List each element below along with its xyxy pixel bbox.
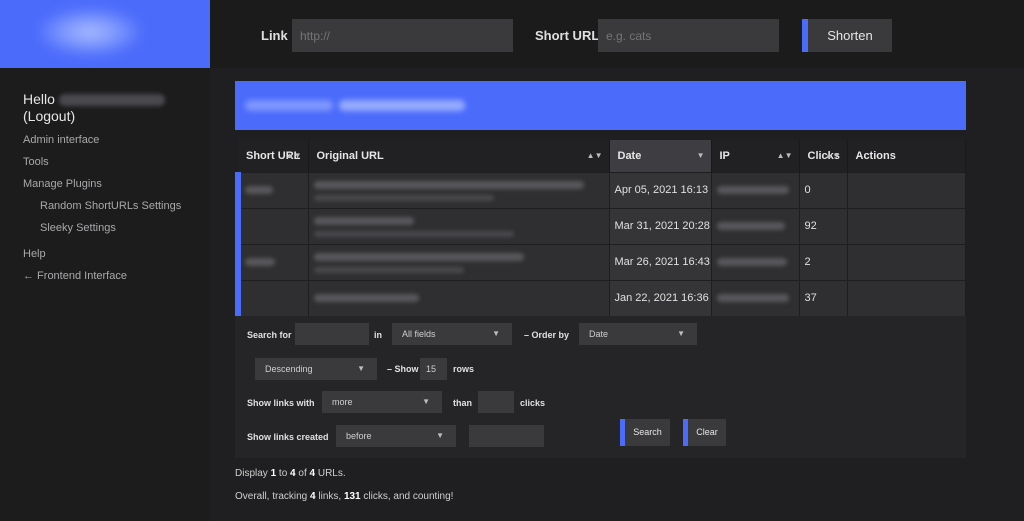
sort-icon: ▲▼	[285, 151, 302, 160]
sidebar-item-admin-interface[interactable]: Admin interface	[23, 132, 181, 154]
search-field-select[interactable]: All fields ▼	[392, 323, 512, 345]
sort-icon: ▲▼	[586, 151, 603, 160]
logout-link[interactable]: (Logout)	[23, 108, 75, 124]
than-label: than	[453, 398, 472, 408]
cell-short-url[interactable]	[235, 207, 309, 244]
date-input[interactable]	[469, 425, 544, 447]
sidebar-item-frontend-interface[interactable]: ← Frontend Interface	[23, 268, 181, 290]
in-label: in	[374, 330, 382, 340]
sort-desc-icon: ▼	[696, 151, 705, 160]
cell-ip	[711, 171, 800, 208]
order-direction-select[interactable]: Descending ▼	[255, 358, 377, 380]
cell-short-url[interactable]	[235, 243, 309, 280]
cell-date: Jan 22, 2021 16:36	[609, 279, 712, 316]
logo-image	[38, 8, 142, 56]
cell-original-url[interactable]	[308, 243, 610, 280]
table-header-row: Short URL ▲▼ Original URL ▲▼ Date ▼ IP ▲▼ Cl…	[238, 140, 966, 172]
sidebar-item-random-shorturls-settings[interactable]: Random ShortURLs Settings	[23, 198, 181, 220]
header-original-url[interactable]: Original URL ▲▼	[308, 140, 610, 172]
cell-clicks: 2	[799, 243, 848, 280]
search-for-label: Search for	[247, 330, 292, 340]
sort-icon: ▲▼	[824, 151, 841, 160]
link-input[interactable]	[292, 19, 513, 52]
header-short-url[interactable]: Short URL ▲▼	[238, 140, 309, 172]
show-label: – Show	[387, 364, 419, 374]
cell-original-url[interactable]	[308, 171, 610, 208]
rows-label: rows	[453, 364, 475, 374]
display-count-text: Display 1 to 4 of 4 URLs.	[235, 468, 346, 479]
username-redacted	[58, 94, 165, 107]
cell-date: Apr 05, 2021 16:13	[609, 171, 712, 208]
sidebar-item-manage-plugins[interactable]: Manage Plugins	[23, 176, 181, 198]
tracking-summary-text: Overall, tracking 4 links, 131 clicks, a…	[235, 491, 454, 502]
cell-actions[interactable]	[847, 279, 966, 316]
clicks-filter-select[interactable]: more ▼	[322, 391, 442, 413]
search-text-input[interactable]	[295, 323, 369, 345]
header-ip[interactable]: IP ▲▼	[711, 140, 800, 172]
cell-ip	[711, 243, 800, 280]
table-row: Mar 31, 2021 20:28 92	[235, 207, 966, 244]
cell-original-url[interactable]	[308, 279, 610, 316]
short-url-label: Short URL	[535, 28, 600, 43]
order-by-label: – Order by	[524, 330, 570, 340]
sidebar-item-tools[interactable]: Tools	[23, 154, 181, 176]
table-row: Jan 22, 2021 16:36 37	[235, 279, 966, 316]
order-field-select[interactable]: Date ▼	[579, 323, 697, 345]
show-links-created-label: Show links created	[247, 432, 329, 442]
chevron-down-icon: ▼	[436, 431, 444, 440]
date-filter-select[interactable]: before ▼	[336, 425, 456, 447]
urls-table: Short URL ▲▼ Original URL ▲▼ Date ▼ IP ▲▼ Cl…	[235, 140, 966, 316]
cell-ip	[711, 207, 800, 244]
table-row: Mar 26, 2021 16:43 2	[235, 243, 966, 280]
cell-actions[interactable]	[847, 207, 966, 244]
cell-clicks: 0	[799, 171, 848, 208]
cell-short-url[interactable]	[235, 171, 309, 208]
cell-actions[interactable]	[847, 171, 966, 208]
top-bar: Link Short URL Shorten	[210, 0, 1024, 68]
greeting: Hello	[23, 90, 165, 108]
cell-clicks: 92	[799, 207, 848, 244]
sidebar: Hello (Logout) Admin interface Tools Man…	[0, 0, 210, 521]
cell-date: Mar 31, 2021 20:28	[609, 207, 712, 244]
sidebar-nav: Admin interface Tools Manage Plugins Ran…	[23, 132, 181, 290]
show-links-with-label: Show links with	[247, 398, 315, 408]
clicks-count-input[interactable]	[478, 391, 514, 413]
sort-icon: ▲▼	[776, 151, 793, 160]
rows-count-input[interactable]: 15	[420, 358, 447, 380]
short-url-input[interactable]	[598, 19, 779, 52]
chevron-down-icon: ▼	[677, 329, 685, 338]
new-url-banner	[235, 81, 966, 130]
filter-panel: Search for in All fields ▼ – Order by Dat…	[235, 316, 966, 458]
search-button[interactable]: Search	[620, 419, 670, 446]
chevron-down-icon: ▼	[422, 397, 430, 406]
header-date[interactable]: Date ▼	[609, 140, 712, 172]
link-label: Link	[261, 28, 288, 43]
banner-text-redacted	[245, 100, 333, 111]
sidebar-item-help[interactable]: Help	[23, 246, 181, 268]
shorten-button[interactable]: Shorten	[802, 19, 892, 52]
cell-actions[interactable]	[847, 243, 966, 280]
sidebar-item-sleeky-settings[interactable]: Sleeky Settings	[23, 220, 181, 242]
chevron-down-icon: ▼	[492, 329, 500, 338]
clear-button[interactable]: Clear	[683, 419, 726, 446]
cell-short-url[interactable]	[235, 279, 309, 316]
cell-clicks: 37	[799, 279, 848, 316]
table-row: Apr 05, 2021 16:13 0	[235, 171, 966, 208]
chevron-down-icon: ▼	[357, 364, 365, 373]
header-actions: Actions	[847, 140, 966, 172]
cell-original-url[interactable]	[308, 207, 610, 244]
banner-link-redacted[interactable]	[339, 100, 465, 111]
cell-ip	[711, 279, 800, 316]
clicks-label: clicks	[520, 398, 546, 408]
logo[interactable]	[0, 0, 210, 68]
header-clicks[interactable]: Clicks ▲▼	[799, 140, 848, 172]
greeting-text: Hello	[23, 91, 55, 107]
cell-date: Mar 26, 2021 16:43	[609, 243, 712, 280]
